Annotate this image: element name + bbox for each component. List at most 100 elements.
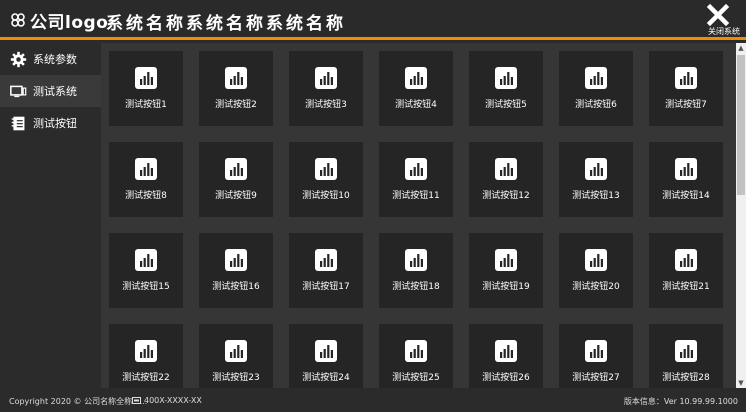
bar-chart-icon (405, 340, 427, 362)
sidebar-item-test-buttons[interactable]: 测试按钮 (0, 107, 101, 139)
tile-label: 测试按钮11 (392, 191, 440, 201)
bar-chart-icon (675, 158, 697, 180)
test-button-tile[interactable]: 测试按钮10 (289, 142, 363, 217)
test-button-tile[interactable]: 测试按钮13 (559, 142, 633, 217)
test-button-tile[interactable]: 测试按钮17 (289, 233, 363, 308)
test-button-tile[interactable]: 测试按钮3 (289, 51, 363, 126)
bar-chart-icon (135, 158, 157, 180)
test-button-tile[interactable]: 测试按钮16 (199, 233, 273, 308)
test-button-tile[interactable]: 测试按钮26 (469, 324, 543, 388)
test-button-tile[interactable]: 测试按钮12 (469, 142, 543, 217)
sidebar-item-label: 测试按钮 (33, 117, 77, 130)
scroll-down-arrow[interactable]: ▼ (736, 378, 746, 388)
test-button-tile[interactable]: 测试按钮15 (109, 233, 183, 308)
tile-label: 测试按钮2 (215, 100, 257, 110)
bar-chart-icon (315, 340, 337, 362)
bar-chart-icon (225, 340, 247, 362)
tile-label: 测试按钮7 (665, 100, 707, 110)
main-content: 测试按钮1 测试按钮2 测试按钮3 测试按钮4 测试按钮5 测试按钮6 测试按钮7 测试按钮8… (101, 43, 736, 388)
test-button-tile[interactable]: 测试按钮23 (199, 324, 273, 388)
sidebar-item-label: 测试系统 (33, 85, 77, 98)
bar-chart-icon (315, 249, 337, 271)
test-button-tile[interactable]: 测试按钮7 (649, 51, 723, 126)
test-button-tile[interactable]: 测试按钮1 (109, 51, 183, 126)
bar-chart-icon (585, 67, 607, 89)
test-button-tile[interactable]: 测试按钮6 (559, 51, 633, 126)
bar-chart-icon (675, 67, 697, 89)
test-button-tile[interactable]: 测试按钮11 (379, 142, 453, 217)
bar-chart-icon (495, 340, 517, 362)
tile-label: 测试按钮22 (122, 373, 170, 383)
sidebar-item-system-params[interactable]: 系统参数 (0, 43, 101, 75)
gear-icon (10, 51, 27, 67)
tile-label: 测试按钮14 (662, 191, 710, 201)
tile-label: 测试按钮18 (392, 282, 440, 292)
header-bar: 公司logo 系统名称系统名称系统名称 关闭系统 (0, 0, 746, 40)
sidebar: 系统参数 测试系统 测试按钮 (0, 43, 101, 388)
phone-number: 400X-XXXX-XX (144, 396, 202, 405)
scroll-up-arrow[interactable]: ▲ (736, 43, 746, 53)
close-system-button[interactable]: 关闭系统 (706, 3, 742, 37)
monitor-icon (10, 85, 27, 97)
tile-label: 测试按钮28 (662, 373, 710, 383)
bar-chart-icon (135, 249, 157, 271)
tile-label: 测试按钮17 (302, 282, 350, 292)
tile-label: 测试按钮23 (212, 373, 260, 383)
bar-chart-icon (315, 158, 337, 180)
company-logo: 公司logo (10, 9, 109, 33)
test-button-tile[interactable]: 测试按钮19 (469, 233, 543, 308)
phone-icon (132, 397, 141, 404)
test-button-tile[interactable]: 测试按钮24 (289, 324, 363, 388)
bar-chart-icon (135, 67, 157, 89)
bar-chart-icon (495, 158, 517, 180)
sidebar-item-label: 系统参数 (33, 53, 77, 66)
test-button-tile[interactable]: 测试按钮22 (109, 324, 183, 388)
tile-label: 测试按钮4 (395, 100, 437, 110)
bar-chart-icon (585, 249, 607, 271)
copyright-text: Copyright 2020 © 公司名称全称...... (9, 397, 148, 406)
tile-label: 测试按钮15 (122, 282, 170, 292)
vertical-scrollbar[interactable]: ▲ ▼ (736, 43, 746, 388)
bar-chart-icon (225, 249, 247, 271)
logo-text: 公司logo (30, 12, 109, 33)
sidebar-item-test-system[interactable]: 测试系统 (0, 75, 101, 107)
phone-info: 400X-XXXX-XX (132, 396, 202, 405)
bar-chart-icon (405, 249, 427, 271)
scroll-thumb[interactable] (737, 55, 745, 195)
tile-label: 测试按钮10 (302, 191, 350, 201)
test-button-tile[interactable]: 测试按钮25 (379, 324, 453, 388)
tile-label: 测试按钮27 (572, 373, 620, 383)
tile-label: 测试按钮19 (482, 282, 530, 292)
bar-chart-icon (225, 67, 247, 89)
close-system-label: 关闭系统 (708, 27, 740, 36)
tile-label: 测试按钮21 (662, 282, 710, 292)
test-button-tile[interactable]: 测试按钮27 (559, 324, 633, 388)
test-button-tile[interactable]: 测试按钮8 (109, 142, 183, 217)
bar-chart-icon (585, 158, 607, 180)
system-title: 系统名称系统名称系统名称 (106, 14, 346, 34)
bar-chart-icon (585, 340, 607, 362)
bar-chart-icon (675, 340, 697, 362)
bar-chart-icon (675, 249, 697, 271)
tile-label: 测试按钮3 (305, 100, 347, 110)
test-button-tile[interactable]: 测试按钮4 (379, 51, 453, 126)
footer-bar: Copyright 2020 © 公司名称全称...... 400X-XXXX-… (0, 388, 746, 412)
tile-label: 测试按钮26 (482, 373, 530, 383)
test-button-tile[interactable]: 测试按钮9 (199, 142, 273, 217)
bar-chart-icon (135, 340, 157, 362)
test-button-tile[interactable]: 测试按钮21 (649, 233, 723, 308)
bar-chart-icon (405, 67, 427, 89)
notebook-icon (11, 116, 25, 130)
test-button-tile[interactable]: 测试按钮18 (379, 233, 453, 308)
tile-label: 测试按钮8 (125, 191, 167, 201)
tile-label: 测试按钮9 (215, 191, 257, 201)
test-button-tile[interactable]: 测试按钮28 (649, 324, 723, 388)
bar-chart-icon (225, 158, 247, 180)
tile-label: 测试按钮24 (302, 373, 350, 383)
test-button-tile[interactable]: 测试按钮2 (199, 51, 273, 126)
tile-label: 测试按钮5 (485, 100, 527, 110)
test-button-tile[interactable]: 测试按钮14 (649, 142, 723, 217)
test-button-tile[interactable]: 测试按钮5 (469, 51, 543, 126)
test-button-tile[interactable]: 测试按钮20 (559, 233, 633, 308)
tile-label: 测试按钮6 (575, 100, 617, 110)
